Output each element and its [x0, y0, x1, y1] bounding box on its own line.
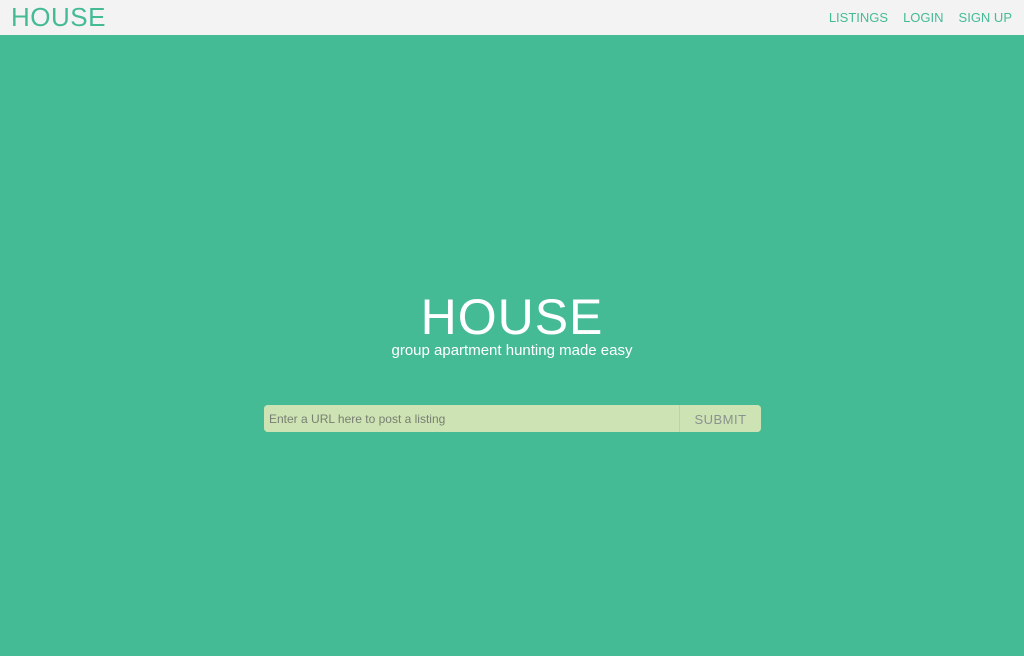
nav-links: LISTINGS LOGIN SIGN UP	[829, 10, 1012, 26]
nav-link-sign-up[interactable]: SIGN UP	[959, 10, 1012, 26]
submit-button[interactable]: SUBMIT	[679, 405, 761, 432]
hero-title: HOUSE	[420, 289, 604, 345]
hero-section: HOUSE group apartment hunting made easy	[0, 290, 1024, 360]
listing-url-input[interactable]	[264, 405, 679, 432]
post-listing-form: SUBMIT	[264, 405, 761, 432]
brand-logo-link[interactable]: HOUSE	[11, 3, 106, 31]
nav-link-login[interactable]: LOGIN	[903, 10, 943, 26]
top-navbar: HOUSE LISTINGS LOGIN SIGN UP	[0, 0, 1024, 35]
hero-subtitle: group apartment hunting made easy	[391, 342, 633, 359]
nav-link-listings[interactable]: LISTINGS	[829, 10, 888, 26]
